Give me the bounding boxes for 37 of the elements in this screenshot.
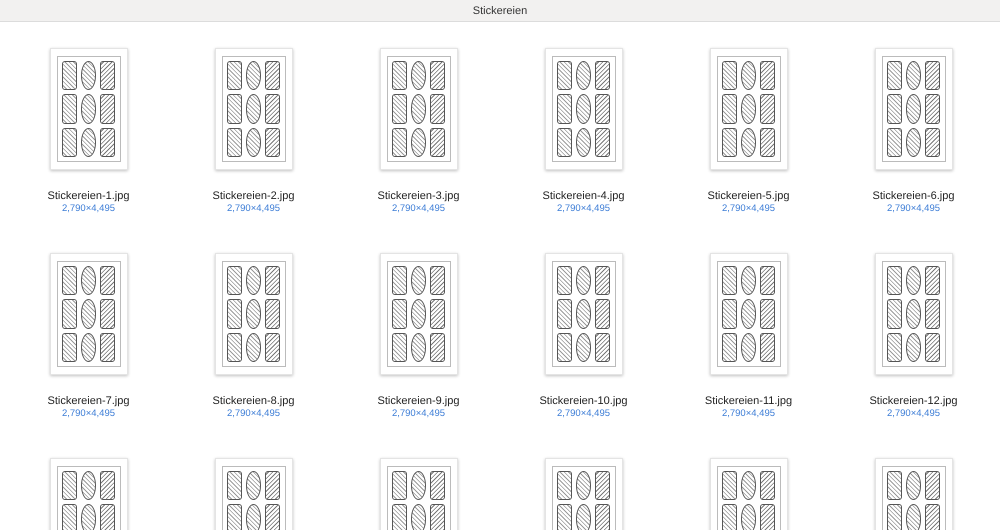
file-name: Stickereien-3.jpg — [378, 190, 460, 202]
image-thumbnail[interactable] — [710, 48, 788, 170]
image-thumbnail[interactable] — [544, 253, 622, 375]
image-thumbnail[interactable] — [380, 253, 458, 375]
image-dimensions: 2,790×4,495 — [392, 203, 446, 214]
image-dimensions: 2,790×4,495 — [226, 203, 280, 214]
file-name: Stickereien-11.jpg — [704, 395, 792, 407]
image-dimensions: 2,790×4,495 — [722, 408, 776, 419]
image-thumbnail[interactable] — [50, 48, 128, 170]
image-thumbnail[interactable] — [50, 253, 128, 375]
image-dimensions: 2,790×4,495 — [886, 408, 940, 419]
file-name: Stickereien-2.jpg — [212, 190, 294, 202]
file-name: Stickereien-8.jpg — [212, 395, 294, 407]
image-thumbnail[interactable] — [214, 253, 292, 375]
image-thumbnail[interactable] — [874, 253, 952, 375]
image-thumbnail[interactable] — [380, 48, 458, 170]
image-dimensions: 2,790×4,495 — [226, 408, 280, 419]
image-dimensions: 2,790×4,495 — [62, 408, 116, 419]
file-name: Stickereien-4.jpg — [542, 190, 624, 202]
image-dimensions: 2,790×4,495 — [886, 203, 940, 214]
image-dimensions: 2,790×4,495 — [392, 408, 446, 419]
image-dimensions: 2,790×4,495 — [556, 408, 610, 419]
image-dimensions: 2,790×4,495 — [722, 203, 776, 214]
image-dimensions: 2,790×4,495 — [62, 203, 116, 214]
image-thumbnail[interactable] — [214, 48, 292, 170]
image-dimensions: 2,790×4,495 — [556, 203, 610, 214]
file-name: Stickereien-9.jpg — [378, 395, 460, 407]
file-name: Stickereien-1.jpg — [48, 190, 130, 202]
file-name: Stickereien-5.jpg — [708, 190, 790, 202]
image-thumbnail[interactable] — [544, 48, 622, 170]
image-thumbnail[interactable] — [874, 48, 952, 170]
image-thumbnail[interactable] — [710, 253, 788, 375]
window-title: Stickereien — [472, 4, 528, 16]
file-name: Stickereien-6.jpg — [872, 190, 954, 202]
file-name: Stickereien-7.jpg — [48, 395, 130, 407]
file-name: Stickereien-10.jpg — [539, 395, 628, 407]
file-name: Stickereien-12.jpg — [869, 395, 958, 407]
